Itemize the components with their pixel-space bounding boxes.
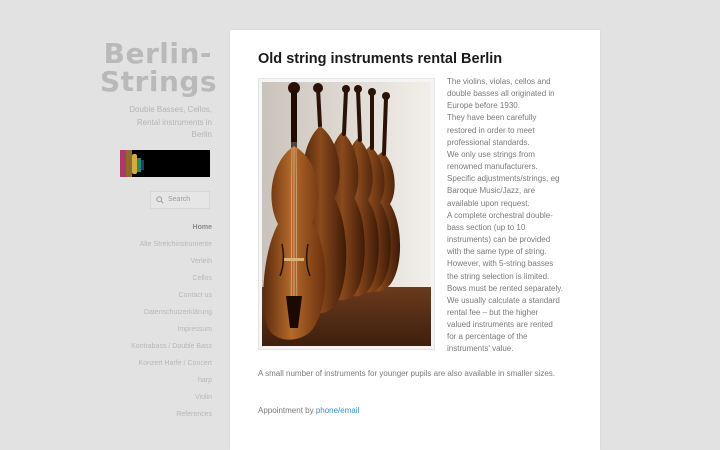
text-line: instruments' value. xyxy=(447,344,514,354)
banner-image xyxy=(120,149,210,177)
text-line: professional standards. xyxy=(447,137,530,147)
site-title[interactable]: Berlin- Strings xyxy=(100,40,217,96)
nav-item-konzert-harfe[interactable]: Konzert Harfe / Concert xyxy=(100,355,212,372)
text-line: We usually calculate a standard xyxy=(447,295,560,305)
page-title: Old string instruments rental Berlin xyxy=(258,51,503,67)
site-title-line-2[interactable]: Strings xyxy=(100,68,217,96)
text-line: the string selection is limited. xyxy=(447,271,550,281)
nav-item-harp[interactable]: harp xyxy=(100,372,212,389)
text-line: rental fee – but the higher xyxy=(447,307,539,317)
text-line: restored in order to meet xyxy=(447,125,535,135)
sidebar: Berlin- Strings Double Basses, Cellos, R… xyxy=(100,40,217,423)
text-line: with the same type of string. xyxy=(447,247,547,257)
contact-link[interactable]: phone/email xyxy=(316,406,360,415)
nav-item-datenschutz[interactable]: Datenschutzerklärung xyxy=(100,304,212,321)
text-line: valued instruments are rented xyxy=(447,320,553,330)
small-sizes-note: A small number of instruments for younge… xyxy=(258,369,556,378)
text-line: instruments) can be provided xyxy=(447,235,551,245)
appointment-prefix: Appointment by xyxy=(258,406,316,415)
nav-item-verleih[interactable]: Verleih xyxy=(100,253,212,270)
search-input[interactable]: Search xyxy=(150,190,210,209)
text-line: double basses all originated in xyxy=(447,89,555,99)
text-line: We only use strings from xyxy=(447,149,535,159)
text-line: Baroque Music/Jazz, are xyxy=(447,186,536,196)
text-line: Bows must be rented separately. xyxy=(447,283,563,293)
double-bass-photo xyxy=(258,78,435,350)
text-line: renowned manufacturers. xyxy=(447,162,538,172)
text-line: Specific adjustments/strings, eg xyxy=(447,174,560,184)
search-placeholder: Search xyxy=(168,195,191,203)
nav-item-contact-us[interactable]: Contact us xyxy=(100,287,212,304)
text-line: available upon request. xyxy=(447,198,530,208)
nav-item-cellos[interactable]: Cellos xyxy=(100,270,212,287)
site-description-line: Double Basses, Cellos, xyxy=(129,105,212,114)
text-line: A complete orchestral double- xyxy=(447,210,553,220)
nav-item-impressum[interactable]: Impressum xyxy=(100,321,212,338)
text-line: Europe before 1930. xyxy=(447,101,520,111)
nav-item-home[interactable]: Home xyxy=(100,219,212,236)
main-nav: Home Alte Streichinstrumente Verleih Cel… xyxy=(100,219,212,423)
site-description-line: Berlin xyxy=(191,130,212,139)
content-card: Old string instruments rental Berlin The… xyxy=(230,30,600,450)
text-line: However, with 5-string basses xyxy=(447,259,554,269)
text-line: for a percentage of the xyxy=(447,332,528,342)
search-icon xyxy=(156,195,164,204)
intro-text: The violins, violas, cellos and double b… xyxy=(447,76,577,356)
text-line: They have been carefully xyxy=(447,113,537,123)
site-description: Double Basses, Cellos, Rental instrument… xyxy=(100,104,212,142)
nav-item-alte-streichinstrumente[interactable]: Alte Streichinstrumente xyxy=(100,236,212,253)
nav-item-references[interactable]: References xyxy=(100,406,212,423)
nav-item-kontrabass[interactable]: Kontrabass / Double Bass xyxy=(100,338,212,355)
site-description-line: Rental instruments in xyxy=(136,117,212,127)
site-title-line-1[interactable]: Berlin- xyxy=(100,40,212,68)
appointment-line: Appointment by phone/email xyxy=(258,406,359,415)
text-line: bass section (up to 10 xyxy=(447,222,526,232)
nav-item-violin[interactable]: Violin xyxy=(100,389,212,406)
text-line: The violins, violas, cellos and xyxy=(447,77,551,86)
